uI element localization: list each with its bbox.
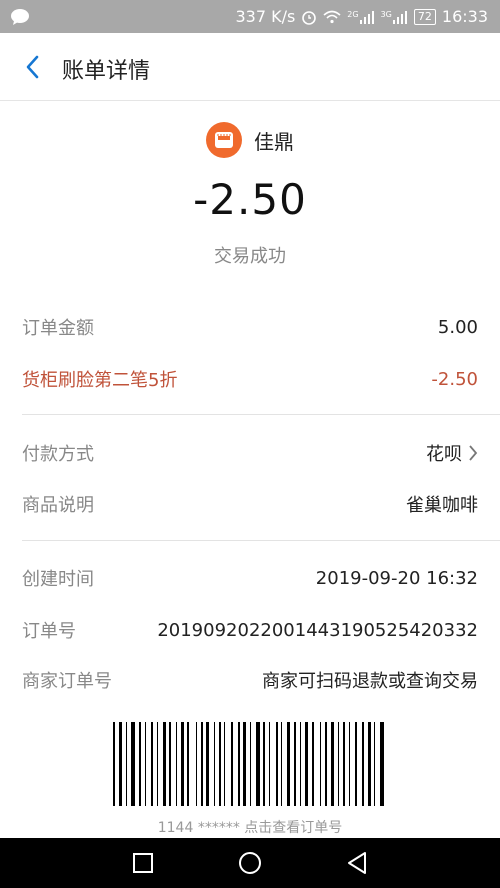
network-speed: 337 K/s xyxy=(235,7,296,26)
payment-method-value[interactable]: 花呗 xyxy=(426,440,478,466)
transaction-amount: -2.50 xyxy=(193,175,307,224)
barcode-bar xyxy=(231,722,233,806)
barcode-bar xyxy=(151,722,153,806)
discount-label: 货柜刷脸第二笔5折 xyxy=(22,370,178,391)
app-header: 账单详情 xyxy=(0,33,500,101)
wifi-icon xyxy=(323,10,341,24)
barcode-bar xyxy=(312,722,314,806)
barcode-bar xyxy=(325,722,327,806)
barcode-bar xyxy=(276,722,278,806)
barcode-bar xyxy=(349,722,350,806)
barcode-bar xyxy=(187,722,189,806)
product-desc-row: 商品说明 雀巢咖啡 xyxy=(22,491,478,517)
transaction-status: 交易成功 xyxy=(214,246,286,267)
barcode-bar xyxy=(263,722,265,806)
created-time-label: 创建时间 xyxy=(22,569,94,590)
alarm-icon xyxy=(301,9,317,25)
barcode-bar xyxy=(219,722,221,806)
barcode-bar xyxy=(238,722,240,806)
barcode-caption[interactable]: 1144 ****** 点击查看订单号 xyxy=(0,817,500,837)
battery-icon: 72 xyxy=(413,8,436,25)
discount-value: -2.50 xyxy=(431,368,478,390)
merchant-order-row: 商家订单号 商家可扫码退款或查询交易 xyxy=(22,667,478,693)
divider xyxy=(22,540,500,541)
order-amount-value: 5.00 xyxy=(437,316,478,338)
created-time-row: 创建时间 2019-09-20 16:32 xyxy=(22,565,478,591)
bill-detail-screen: 337 K/s 2G 3G 72 16:33 账单详情 佳鼎 -2.50 交易成… xyxy=(0,0,500,888)
merchant-name: 佳鼎 xyxy=(254,129,294,154)
barcode-bar xyxy=(201,722,203,806)
merchant-order-label: 商家订单号 xyxy=(22,671,112,692)
barcode-bar xyxy=(169,722,171,806)
barcode-bar xyxy=(119,722,122,806)
divider xyxy=(22,414,500,415)
barcode-bar xyxy=(176,722,177,806)
square-icon xyxy=(133,853,154,873)
store-icon xyxy=(206,122,242,158)
payment-method-row[interactable]: 付款方式 花呗 xyxy=(22,440,478,466)
barcode-bar xyxy=(181,722,184,806)
barcode-bar xyxy=(214,722,215,806)
barcode-bar xyxy=(380,722,384,806)
barcode-bar xyxy=(305,722,308,806)
signal-2g-icon: 2G xyxy=(347,10,374,24)
discount-row: 货柜刷脸第二笔5折 -2.50 xyxy=(22,366,478,392)
barcode-bar xyxy=(145,722,146,806)
triangle-back-icon xyxy=(347,852,366,874)
barcode-bar xyxy=(362,722,364,806)
barcode[interactable] xyxy=(113,722,387,806)
barcode-bar xyxy=(343,722,345,806)
barcode-bar xyxy=(206,722,209,806)
barcode-bar xyxy=(374,722,375,806)
barcode-bar xyxy=(338,722,339,806)
page-title: 账单详情 xyxy=(62,59,151,84)
barcode-bar xyxy=(368,722,371,806)
clock: 16:33 xyxy=(441,7,488,26)
barcode-bar xyxy=(243,722,246,806)
order-number-label: 订单号 xyxy=(22,621,76,642)
barcode-bar xyxy=(281,722,282,806)
barcode-bar xyxy=(269,722,270,806)
signal-3g-label: 3G xyxy=(380,9,392,19)
home-button[interactable] xyxy=(230,843,270,883)
barcode-bar xyxy=(250,722,251,806)
created-time-value: 2019-09-20 16:32 xyxy=(315,567,478,589)
barcode-bar xyxy=(287,722,290,806)
barcode-bar xyxy=(300,722,301,806)
payment-method-text: 花呗 xyxy=(426,444,462,465)
payment-method-label: 付款方式 xyxy=(22,444,94,465)
barcode-bar xyxy=(126,722,127,806)
navigation-bar xyxy=(0,838,500,888)
order-amount-label: 订单金额 xyxy=(22,318,94,339)
barcode-bar xyxy=(256,722,260,806)
barcode-bar xyxy=(294,722,296,806)
order-amount-row: 订单金额 5.00 xyxy=(22,314,478,340)
chevron-left-icon xyxy=(26,55,39,79)
back-nav-button[interactable] xyxy=(337,843,377,883)
order-number-value: 2019092022001443190525420332 xyxy=(157,619,478,641)
status-bar: 337 K/s 2G 3G 72 16:33 xyxy=(0,0,500,33)
signal-3g-icon: 3G xyxy=(381,10,408,24)
back-button[interactable] xyxy=(14,49,50,85)
chevron-right-icon xyxy=(469,445,478,461)
barcode-bar xyxy=(163,722,166,806)
barcode-bar xyxy=(224,722,225,806)
recents-button[interactable] xyxy=(123,843,163,883)
barcode-bar xyxy=(320,722,321,806)
barcode-bar xyxy=(131,722,135,806)
circle-icon xyxy=(238,852,261,874)
merchant-header: 佳鼎 xyxy=(0,118,500,162)
product-desc-label: 商品说明 xyxy=(22,495,94,516)
barcode-bar xyxy=(331,722,334,806)
chat-notification-icon xyxy=(10,8,30,30)
barcode-bar xyxy=(157,722,158,806)
order-number-row: 订单号 2019092022001443190525420332 xyxy=(22,617,478,643)
barcode-bar xyxy=(355,722,357,806)
merchant-order-value: 商家可扫码退款或查询交易 xyxy=(262,671,478,692)
product-desc-value: 雀巢咖啡 xyxy=(406,495,478,516)
signal-2g-label: 2G xyxy=(347,9,359,19)
barcode-bar xyxy=(139,722,141,806)
barcode-bar xyxy=(196,722,197,806)
barcode-bar xyxy=(113,722,115,806)
